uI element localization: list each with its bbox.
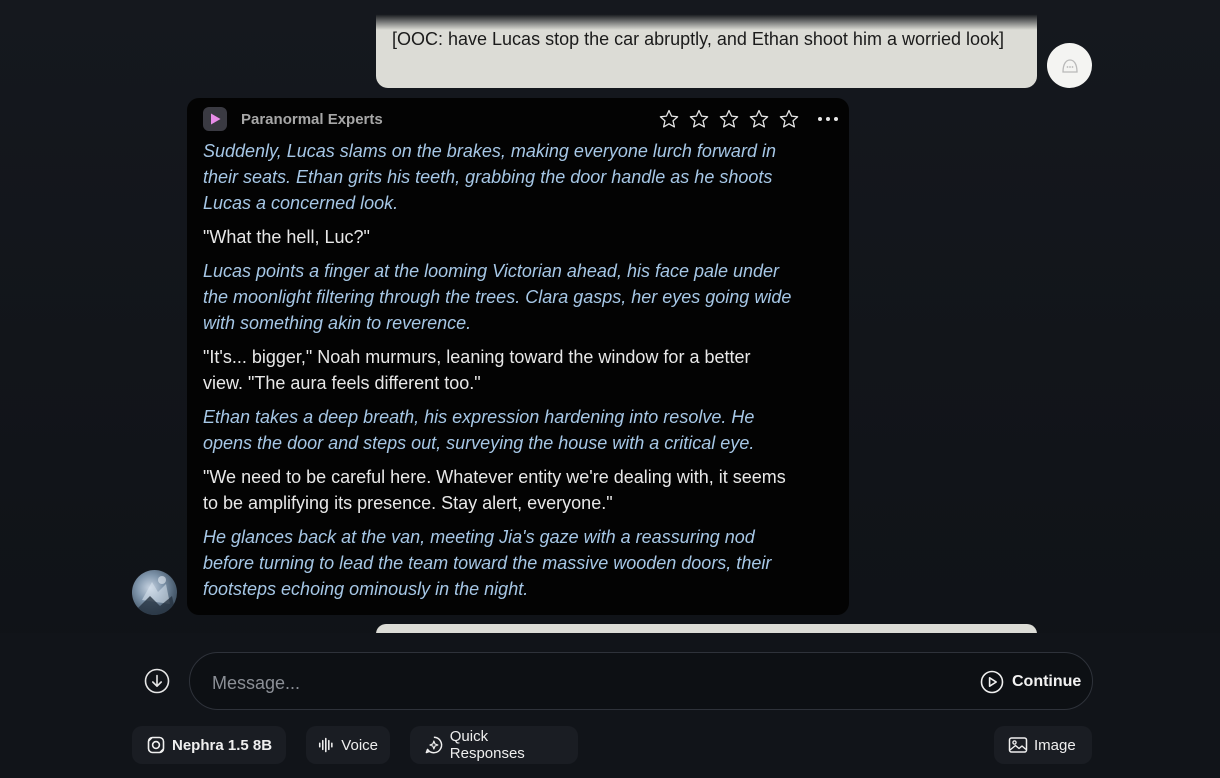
- message-input[interactable]: [210, 669, 954, 697]
- user-message-bubble: [OOC: have Lucas stop the car abruptly, …: [376, 14, 1037, 88]
- scroll-down-icon: [144, 668, 170, 694]
- image-label: Image: [1034, 736, 1076, 754]
- message-composer: Continue: [189, 652, 1093, 710]
- more-options-icon: [818, 117, 838, 121]
- voice-label: Voice: [341, 736, 378, 754]
- star-icon[interactable]: [778, 108, 800, 130]
- bot-message-card: Paranormal Experts Suddenly, Lucas slams…: [187, 98, 849, 615]
- message-header: Paranormal Experts: [203, 107, 838, 131]
- user-avatar[interactable]: [1047, 43, 1092, 88]
- character-play-icon: [211, 113, 221, 125]
- model-selector-button[interactable]: Nephra 1.5 8B: [132, 726, 286, 764]
- user-avatar-icon: [1061, 58, 1078, 73]
- quick-responses-icon: [425, 736, 443, 754]
- more-options-button[interactable]: [815, 108, 841, 130]
- star-icon[interactable]: [718, 108, 740, 130]
- quick-responses-label: Quick Responses: [449, 728, 525, 762]
- voice-button[interactable]: Voice: [306, 726, 390, 764]
- star-icon[interactable]: [658, 108, 680, 130]
- character-avatar[interactable]: [132, 570, 177, 615]
- character-avatar-image: [132, 576, 176, 615]
- image-icon: [1008, 737, 1028, 753]
- user-message-text: [OOC: have Lucas stop the car abruptly, …: [392, 29, 1004, 49]
- continue-play-icon: [980, 670, 1004, 694]
- narration-paragraph: Lucas points a finger at the looming Vic…: [203, 261, 792, 333]
- dialogue-paragraph: "It's... bigger," Noah murmurs, leaning …: [203, 347, 751, 393]
- message-body: Suddenly, Lucas slams on the brakes, mak…: [203, 138, 793, 610]
- continue-button[interactable]: Continue: [980, 669, 1081, 695]
- character-name[interactable]: Paranormal Experts: [241, 111, 383, 128]
- model-label: Nephra 1.5 8B: [172, 736, 273, 754]
- model-icon: [147, 736, 165, 754]
- rating-stars: [658, 108, 800, 130]
- dialogue-paragraph: "We need to be careful here. Whatever en…: [203, 467, 786, 513]
- character-icon: [203, 107, 227, 131]
- narration-paragraph: Suddenly, Lucas slams on the brakes, mak…: [203, 141, 776, 213]
- dialogue-paragraph: "What the hell, Luc?": [203, 227, 370, 247]
- narration-paragraph: He glances back at the van, meeting Jia'…: [203, 527, 772, 599]
- continue-label: Continue: [1012, 673, 1082, 690]
- star-icon[interactable]: [748, 108, 770, 130]
- scroll-to-bottom-button[interactable]: [143, 667, 171, 695]
- narration-paragraph: Ethan takes a deep breath, his expressio…: [203, 407, 755, 453]
- star-icon[interactable]: [688, 108, 710, 130]
- image-button[interactable]: Image: [994, 726, 1092, 764]
- voice-waveform-icon: [318, 737, 333, 753]
- quick-responses-button[interactable]: Quick Responses: [410, 726, 578, 764]
